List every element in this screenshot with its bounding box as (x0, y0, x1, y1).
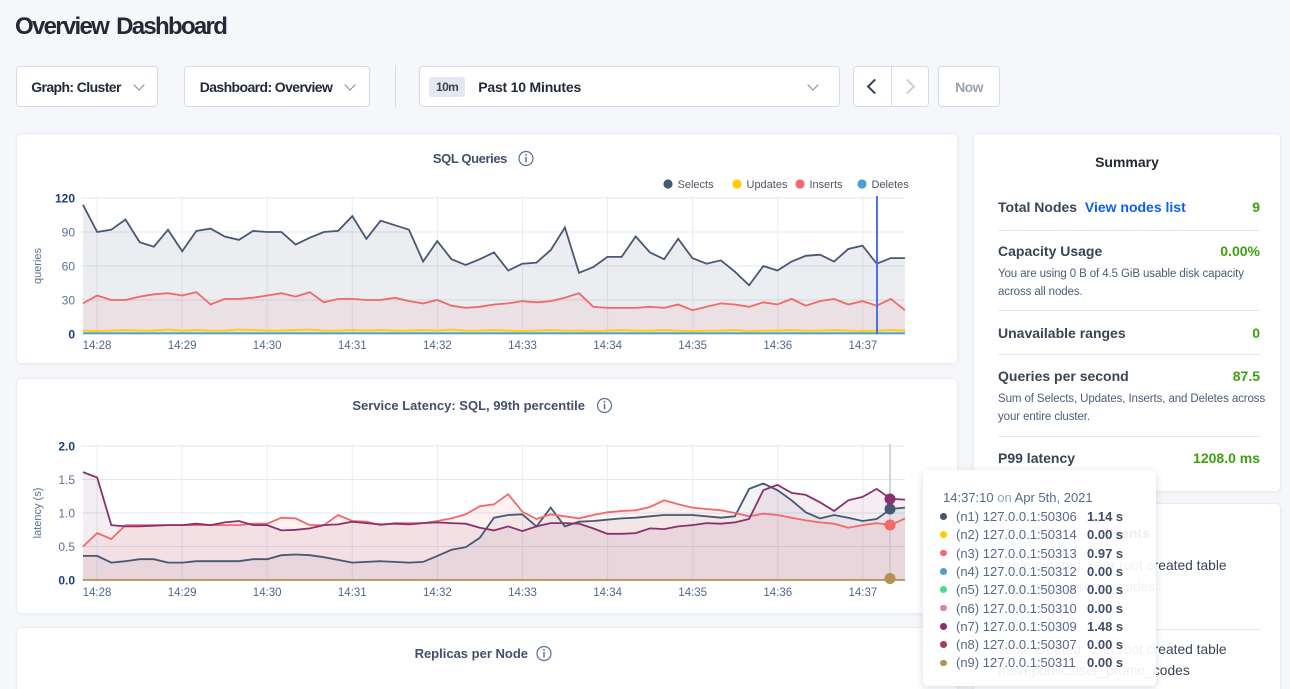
svg-text:SQL Queries: SQL Queries (433, 151, 507, 166)
svg-text:queries: queries (32, 247, 44, 284)
svg-text:14:29: 14:29 (168, 340, 197, 352)
svg-text:30: 30 (62, 294, 76, 308)
svg-text:14:31: 14:31 (338, 587, 367, 599)
svg-text:14:31: 14:31 (338, 340, 367, 352)
svg-text:latency (s): latency (s) (32, 488, 44, 539)
svg-text:14:30: 14:30 (253, 587, 282, 599)
svg-text:14:28: 14:28 (83, 587, 112, 599)
svg-text:Replicas per Node: Replicas per Node (415, 646, 528, 661)
svg-text:0: 0 (68, 328, 75, 342)
svg-text:120: 120 (55, 192, 75, 206)
svg-text:1.5: 1.5 (58, 473, 75, 487)
svg-text:14:32: 14:32 (423, 587, 452, 599)
svg-text:14:30: 14:30 (253, 340, 282, 352)
svg-text:Inserts: Inserts (810, 179, 844, 191)
svg-text:14:28: 14:28 (83, 340, 112, 352)
svg-text:14:33: 14:33 (508, 340, 537, 352)
svg-text:14:35: 14:35 (678, 340, 707, 352)
svg-text:0.5: 0.5 (58, 540, 75, 554)
svg-text:14:37: 14:37 (849, 340, 878, 352)
svg-text:Service Latency: SQL, 99th per: Service Latency: SQL, 99th percentile (352, 398, 585, 413)
svg-text:Deletes: Deletes (872, 179, 910, 191)
svg-text:2.0: 2.0 (58, 440, 75, 454)
svg-text:14:35: 14:35 (678, 587, 707, 599)
svg-text:Updates: Updates (747, 179, 788, 191)
svg-text:14:36: 14:36 (763, 587, 792, 599)
svg-text:14:33: 14:33 (508, 587, 537, 599)
svg-text:1.0: 1.0 (58, 507, 75, 521)
svg-text:14:34: 14:34 (593, 587, 622, 599)
svg-text:Selects: Selects (678, 179, 715, 191)
svg-text:60: 60 (62, 260, 76, 274)
svg-text:14:32: 14:32 (423, 340, 452, 352)
svg-text:14:29: 14:29 (168, 587, 197, 599)
svg-text:14:37: 14:37 (849, 587, 878, 599)
svg-text:90: 90 (62, 226, 76, 240)
svg-text:14:36: 14:36 (763, 340, 792, 352)
svg-text:0.0: 0.0 (58, 574, 75, 588)
svg-text:14:34: 14:34 (593, 340, 622, 352)
